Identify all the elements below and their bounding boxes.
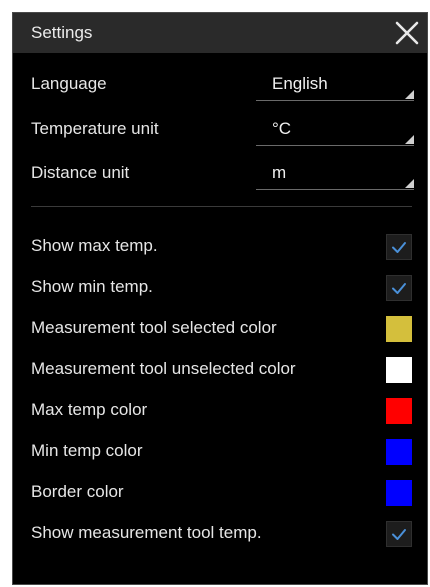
unselected-color-row: Measurement tool unselected color: [13, 351, 427, 391]
max-temp-color-row: Max temp color: [13, 392, 427, 432]
max-temp-color-label: Max temp color: [31, 400, 148, 419]
show-min-temp-row: Show min temp.: [13, 269, 427, 309]
min-temp-color-label: Min temp color: [31, 441, 143, 460]
language-select[interactable]: English: [256, 69, 414, 101]
show-tool-temp-row: Show measurement tool temp.: [13, 515, 427, 555]
show-tool-temp-checkbox[interactable]: [386, 521, 412, 547]
distance-unit-value: m: [272, 163, 287, 182]
section-divider: [31, 206, 412, 207]
dropdown-corner-icon: [405, 135, 414, 144]
selected-color-swatch[interactable]: [386, 316, 412, 342]
settings-dialog: Settings Language English Temperature un…: [12, 12, 428, 585]
language-row: Language English: [13, 66, 427, 104]
close-icon[interactable]: [393, 19, 421, 47]
dialog-title: Settings: [31, 23, 93, 42]
selected-color-label: Measurement tool selected color: [31, 318, 277, 337]
distance-unit-label: Distance unit: [31, 163, 130, 182]
title-bar: Settings: [13, 13, 427, 53]
temperature-unit-select[interactable]: °C: [256, 114, 414, 146]
temperature-unit-label: Temperature unit: [31, 119, 159, 138]
dropdown-corner-icon: [405, 179, 414, 188]
show-min-temp-checkbox[interactable]: [386, 275, 412, 301]
dropdown-corner-icon: [405, 90, 414, 99]
show-max-temp-label: Show max temp.: [31, 236, 158, 255]
show-max-temp-checkbox[interactable]: [386, 234, 412, 260]
border-color-label: Border color: [31, 482, 124, 501]
min-temp-color-swatch[interactable]: [386, 439, 412, 465]
language-label: Language: [31, 74, 107, 93]
unselected-color-label: Measurement tool unselected color: [31, 359, 296, 378]
show-min-temp-label: Show min temp.: [31, 277, 153, 296]
temperature-unit-row: Temperature unit °C: [13, 111, 427, 149]
language-value: English: [272, 74, 328, 93]
temperature-unit-value: °C: [272, 119, 292, 138]
border-color-swatch[interactable]: [386, 480, 412, 506]
border-color-row: Border color: [13, 474, 427, 514]
max-temp-color-swatch[interactable]: [386, 398, 412, 424]
show-max-temp-row: Show max temp.: [13, 228, 427, 268]
distance-unit-select[interactable]: m: [256, 158, 414, 190]
min-temp-color-row: Min temp color: [13, 433, 427, 473]
unselected-color-swatch[interactable]: [386, 357, 412, 383]
show-tool-temp-label: Show measurement tool temp.: [31, 523, 262, 542]
selected-color-row: Measurement tool selected color: [13, 310, 427, 350]
distance-unit-row: Distance unit m: [13, 155, 427, 193]
